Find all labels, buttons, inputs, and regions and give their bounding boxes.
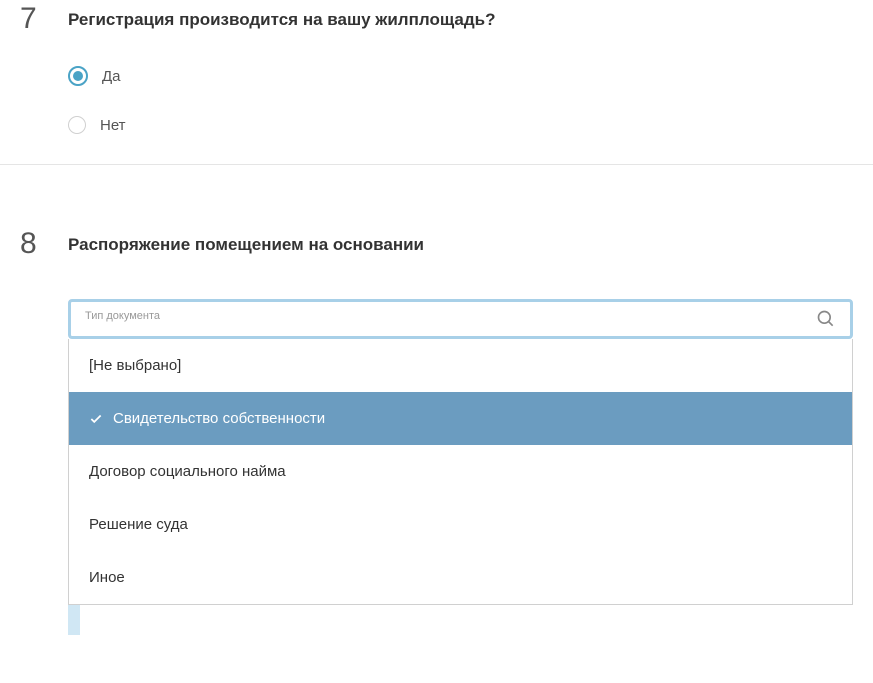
dropdown-item-court[interactable]: Решение суда xyxy=(69,498,852,551)
question-8-number: 8 xyxy=(20,229,48,259)
radio-option-yes[interactable]: Да xyxy=(68,66,853,86)
radio-group-q7: Да Нет xyxy=(68,66,853,134)
radio-label-yes: Да xyxy=(102,68,121,85)
section-7: 7 Регистрация производится на вашу жилпл… xyxy=(0,0,873,134)
search-icon xyxy=(816,309,836,329)
question-7-number: 7 xyxy=(20,4,48,34)
radio-label-no: Нет xyxy=(100,117,126,134)
section-divider xyxy=(0,164,873,165)
select-wrapper: Тип документа [Не выбрано] Свидетельство… xyxy=(68,299,853,605)
dropdown-item-court-label: Решение суда xyxy=(89,516,188,533)
document-type-select[interactable]: Тип документа xyxy=(68,299,853,339)
question-7-row: 7 Регистрация производится на вашу жилпл… xyxy=(20,0,853,34)
radio-option-no[interactable]: Нет xyxy=(68,116,853,134)
select-label: Тип документа xyxy=(85,310,836,322)
check-icon xyxy=(89,412,103,426)
dropdown-item-other-label: Иное xyxy=(89,569,125,586)
dropdown-item-other[interactable]: Иное xyxy=(69,551,852,604)
dropdown-item-social-label: Договор социального найма xyxy=(89,463,286,480)
question-8-text: Распоряжение помещением на основании xyxy=(68,229,424,255)
radio-circle-unselected xyxy=(68,116,86,134)
radio-circle-selected xyxy=(68,66,88,86)
dropdown-item-ownership[interactable]: Свидетельство собственности xyxy=(69,392,852,445)
question-8-row: 8 Распоряжение помещением на основании xyxy=(20,225,853,259)
section-8: 8 Распоряжение помещением на основании Т… xyxy=(0,225,873,605)
question-7-text: Регистрация производится на вашу жилплощ… xyxy=(68,4,495,30)
dropdown-list: [Не выбрано] Свидетельство собственности… xyxy=(68,339,853,605)
dropdown-item-none[interactable]: [Не выбрано] xyxy=(69,339,852,392)
dropdown-item-ownership-label: Свидетельство собственности xyxy=(113,410,325,427)
dropdown-item-none-label: [Не выбрано] xyxy=(89,357,181,374)
radio-dot-icon xyxy=(73,71,83,81)
dropdown-item-social[interactable]: Договор социального найма xyxy=(69,445,852,498)
